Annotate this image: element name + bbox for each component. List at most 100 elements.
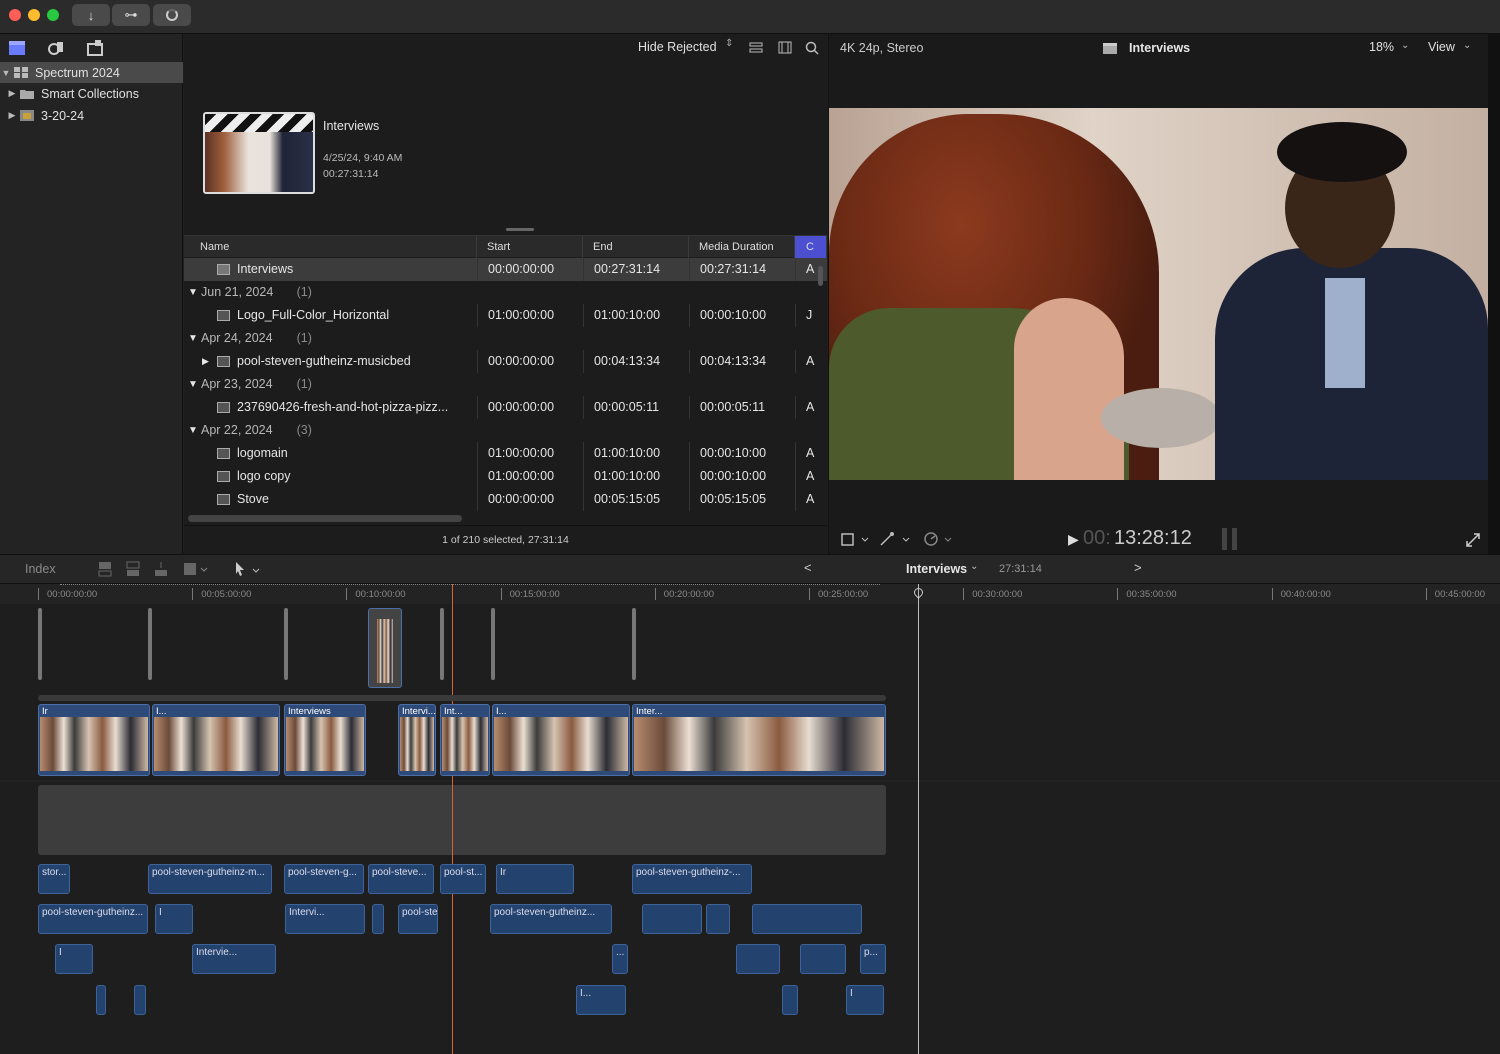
audio-clip[interactable]: pool-steven-gutheinz... (38, 904, 148, 934)
minimize-window-button[interactable] (28, 9, 40, 21)
column-header-start[interactable]: Start (477, 236, 583, 258)
zoom-popup[interactable]: 18% (1369, 40, 1394, 54)
zoom-window-button[interactable] (47, 9, 59, 21)
audio-clip[interactable]: pool-steven-gutheinz-... (632, 864, 752, 894)
disclosure-closed-icon[interactable]: ▶ (6, 110, 18, 121)
audio-clip[interactable]: pool-steven-gutheinz-m... (148, 864, 272, 894)
import-button[interactable]: ↓ (72, 4, 110, 26)
primary-clip[interactable]: I... (492, 704, 630, 776)
disclosure-open-icon[interactable]: ▼ (0, 68, 12, 78)
connect-clip-icon[interactable] (97, 561, 113, 577)
audio-clip[interactable] (752, 904, 862, 934)
connected-clip[interactable] (491, 608, 495, 680)
filmstrip-view-icon[interactable] (778, 41, 792, 54)
audio-clip[interactable] (642, 904, 702, 934)
video-frame[interactable] (829, 108, 1488, 480)
library-item-smart-collections[interactable]: ▶ Smart Collections (0, 83, 183, 104)
audio-clip[interactable]: Ir (496, 864, 574, 894)
filter-popup[interactable]: Hide Rejected (638, 40, 717, 54)
timeline-area[interactable]: Ir I... Interviews Intervi... Int... I... Inte… (0, 584, 1500, 1054)
overwrite-clip-icon[interactable] (182, 561, 210, 577)
event-group-row[interactable]: ▼ Apr 23, 2024 (1) (184, 373, 827, 396)
split-handle[interactable] (506, 228, 534, 231)
background-tasks-button[interactable] (153, 4, 191, 26)
vertical-scrollbar[interactable] (818, 266, 823, 286)
view-menu[interactable]: View (1428, 40, 1455, 54)
audio-clip[interactable]: pool-steven-g... (284, 864, 364, 894)
enhance-wand-icon[interactable] (879, 531, 911, 547)
playhead[interactable] (452, 584, 453, 1054)
table-row[interactable]: ▶ pool-steven-gutheinz-musicbed 00:00:00:0… (184, 350, 827, 373)
audio-clip[interactable]: ... (612, 944, 628, 974)
append-clip-icon[interactable] (153, 561, 169, 577)
connected-clip[interactable] (148, 608, 152, 680)
table-row[interactable]: 237690426-fresh-and-hot-pizza-pizz... 00:… (184, 396, 827, 419)
horizontal-scrollbar[interactable] (188, 515, 462, 522)
search-icon[interactable] (805, 41, 819, 55)
primary-audio-waveform[interactable] (38, 785, 886, 855)
fullscreen-icon[interactable] (1466, 533, 1480, 547)
insert-clip-icon[interactable] (125, 561, 141, 577)
project-thumbnail[interactable] (203, 112, 315, 194)
connected-clip[interactable] (38, 608, 42, 680)
speed-icon[interactable] (923, 531, 955, 547)
event-group-row[interactable]: ▼ Apr 24, 2024 (1) (184, 327, 827, 350)
close-window-button[interactable] (9, 9, 21, 21)
audio-clip[interactable]: I (155, 904, 193, 934)
primary-clip[interactable]: Inter... (632, 704, 886, 776)
clip-appearance-icon[interactable] (749, 42, 763, 54)
connected-clip[interactable] (632, 608, 636, 680)
back-arrow-icon[interactable]: < (804, 560, 812, 575)
disclosure-open-icon[interactable]: ▼ (188, 287, 198, 298)
primary-clip[interactable]: Int... (440, 704, 490, 776)
libraries-icon[interactable] (8, 40, 26, 56)
connected-clip[interactable] (284, 608, 288, 680)
audio-clip[interactable]: pool-st... (440, 864, 486, 894)
connected-clip[interactable] (368, 608, 402, 688)
play-button[interactable]: ▶ (1068, 531, 1079, 548)
timecode-display[interactable]: 13:28:12 (1114, 527, 1192, 550)
skimmer[interactable] (918, 584, 919, 1054)
keywords-button[interactable]: ⊶ (112, 4, 150, 26)
event-group-row[interactable]: ▼ Jun 21, 2024 (1) (184, 281, 827, 304)
table-row[interactable]: logomain 01:00:00:00 01:00:10:00 00:00:10:0… (184, 442, 827, 465)
audio-clip[interactable]: pool-steve... (368, 864, 434, 894)
library-item-event-3-20-24[interactable]: ▶ 3-20-24 (0, 105, 183, 126)
library-item-spectrum-2024[interactable]: ▼ Spectrum 2024 (0, 62, 183, 83)
table-row[interactable]: Logo_Full-Color_Horizontal 01:00:00:00 01:… (184, 304, 827, 327)
audio-clip[interactable]: I (55, 944, 93, 974)
select-tool-icon[interactable] (233, 560, 263, 578)
disclosure-open-icon[interactable]: ▼ (188, 425, 198, 436)
timeline-ruler[interactable]: 00:00:00:00 00:05:00:00 00:10:00:00 00:15:0… (0, 584, 1500, 604)
audio-clip[interactable]: I (846, 985, 884, 1015)
primary-clip[interactable]: Ir (38, 704, 150, 776)
primary-clip[interactable]: Intervi... (398, 704, 436, 776)
audio-clip[interactable]: p... (860, 944, 886, 974)
timeline-project-name[interactable]: Interviews (906, 562, 967, 576)
audio-clip[interactable]: Intervie... (192, 944, 276, 974)
audio-clip[interactable]: pool-steven-gutheinz-... (398, 904, 438, 934)
audio-clip[interactable]: stor... (38, 864, 70, 894)
audio-clip[interactable] (706, 904, 730, 934)
photos-audio-icon[interactable] (47, 39, 65, 57)
transform-icon[interactable] (840, 531, 870, 547)
audio-clip[interactable] (96, 985, 106, 1015)
event-group-row[interactable]: ▼ Apr 22, 2024 (3) (184, 419, 827, 442)
audio-clip[interactable] (134, 985, 146, 1015)
audio-clip[interactable] (372, 904, 384, 934)
audio-clip[interactable]: I... (576, 985, 626, 1015)
column-header-name[interactable]: Name (190, 236, 477, 258)
primary-clip[interactable]: I... (152, 704, 280, 776)
table-row[interactable]: Interviews 00:00:00:00 00:27:31:14 00:27:31… (184, 258, 827, 281)
primary-clip[interactable]: Interviews (284, 704, 366, 776)
disclosure-open-icon[interactable]: ▼ (188, 379, 198, 390)
connected-clip[interactable] (440, 608, 444, 680)
column-header-media-duration[interactable]: Media Duration (689, 236, 795, 258)
table-row[interactable]: Stove 00:00:00:00 00:05:15:05 00:05:15:05 A (184, 488, 827, 511)
audio-clip[interactable] (782, 985, 798, 1015)
column-header-end[interactable]: End (583, 236, 689, 258)
audio-clip[interactable] (800, 944, 846, 974)
column-header-c[interactable]: C (795, 236, 827, 258)
disclosure-closed-icon[interactable]: ▶ (202, 356, 209, 367)
disclosure-open-icon[interactable]: ▼ (188, 333, 198, 344)
